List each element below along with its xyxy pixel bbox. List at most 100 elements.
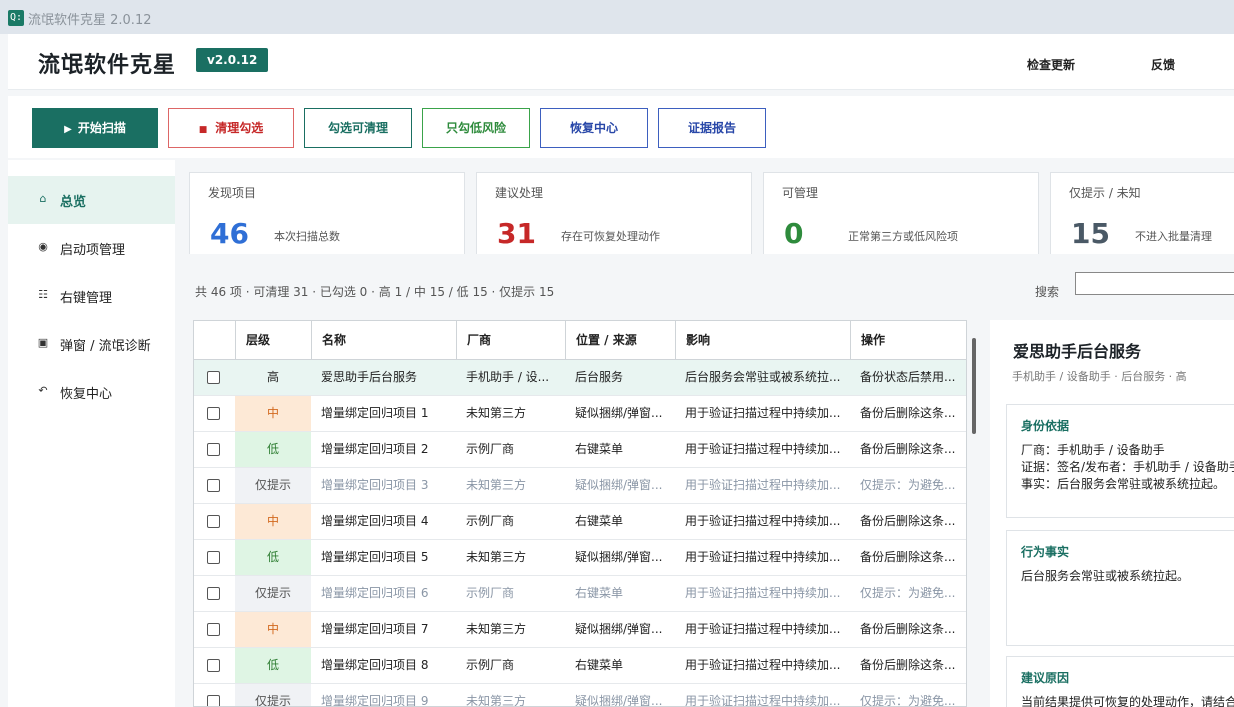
start-scan-button[interactable]: ▶ 开始扫描 [32, 108, 158, 148]
recovery-center-button[interactable]: 恢复中心 [540, 108, 648, 148]
cell-level: 中 [235, 612, 311, 647]
app-logo-icon: Q: [8, 10, 24, 26]
cell-action: 仅提示：为避免... [860, 586, 956, 600]
header-checkbox-column [194, 321, 235, 360]
cell-source: 右键菜单 [575, 442, 624, 456]
radio-dot-icon: ◉ [38, 240, 48, 253]
stat-value: 15 [1071, 217, 1110, 250]
table-row[interactable]: 仅提示 增量绑定回归项目 6 示例厂商 右键菜单 用于验证扫描过程中持续加... 仅提示：… [194, 576, 966, 612]
cell-impact: 用于验证扫描过程中持续加... [685, 586, 841, 600]
cell-action: 备份后删除这条... [860, 514, 956, 528]
cell-name: 增量绑定回归项目 9 [321, 694, 429, 707]
column-header-impact[interactable]: 影响 [675, 321, 850, 360]
stat-label: 发现项目 [208, 186, 257, 200]
cell-name: 增量绑定回归项目 1 [321, 406, 429, 420]
cell-name: 增量绑定回归项目 2 [321, 442, 429, 456]
cell-action: 仅提示：为避免... [860, 478, 956, 492]
column-header-name[interactable]: 名称 [311, 321, 456, 360]
sidebar-item-label: 总览 [60, 195, 87, 210]
identity-card-title: 身份依据 [1021, 419, 1070, 433]
row-checkbox[interactable] [207, 587, 220, 600]
cell-name: 增量绑定回归项目 7 [321, 622, 429, 636]
play-icon: ▶ [64, 124, 72, 135]
cell-name: 爱思助手后台服务 [321, 370, 418, 384]
column-header-source[interactable]: 位置 / 来源 [565, 321, 675, 360]
cell-action: 备份后删除这条... [860, 550, 956, 564]
version-badge: v2.0.12 [196, 48, 269, 72]
table-row[interactable]: 中增量绑定回归项目 7 未知第三方 疑似捆绑/弹窗... 用于验证扫描过程中持续加..… [194, 612, 966, 648]
sidebar-item-context-menu[interactable]: ☷ 右键管理 [8, 272, 175, 320]
column-header-action[interactable]: 操作 [850, 321, 966, 360]
stat-label: 仅提示 / 未知 [1069, 186, 1141, 200]
search-label: 搜索 [1035, 285, 1060, 299]
column-header-level[interactable]: 层级 [235, 321, 311, 360]
reason-card-title: 建议原因 [1021, 671, 1070, 685]
table-row[interactable]: 仅提示 增量绑定回归项目 9 未知第三方 疑似捆绑/弹窗... 用于验证扫描过程中持续加… [194, 684, 966, 707]
sidebar-item-popup-diagnosis[interactable]: ▣ 弹窗 / 流氓诊断 [8, 320, 175, 368]
app-header: 流氓软件克星 v2.0.12 检查更新 反馈 [8, 34, 1234, 90]
reason-card: 建议原因 当前结果提供可恢复的处理动作，请结合 [1006, 656, 1234, 707]
sidebar-item-overview[interactable]: ⌂ 总览 [8, 176, 175, 224]
clean-checked-button[interactable]: ■ 清理勾选 [168, 108, 294, 148]
table-scrollbar-thumb[interactable] [972, 338, 976, 434]
check-low-risk-button[interactable]: 只勾低风险 [422, 108, 530, 148]
table-row[interactable]: 高 爱思助手后台服务 手机助手 / 设... 后台服务 后台服务会常驻或被系统拉... 备… [194, 360, 966, 396]
row-checkbox[interactable] [207, 515, 220, 528]
cell-impact: 后台服务会常驻或被系统拉... [685, 370, 841, 384]
row-checkbox[interactable] [207, 407, 220, 420]
row-checkbox[interactable] [207, 659, 220, 672]
sidebar-item-recovery[interactable]: ↶ 恢复中心 [8, 368, 175, 416]
sidebar: ⌂ 总览 ◉ 启动项管理 ☷ 右键管理 ▣ 弹窗 / 流氓诊断 ↶ 恢复中心 [8, 160, 175, 707]
row-checkbox[interactable] [207, 371, 220, 384]
row-checkbox[interactable] [207, 551, 220, 564]
table-row[interactable]: 中增量绑定回归项目 1 未知第三方 疑似捆绑/弹窗... 用于验证扫描过程中持续加..… [194, 396, 966, 432]
cell-name: 增量绑定回归项目 4 [321, 514, 429, 528]
feedback-link[interactable]: 反馈 [1151, 56, 1175, 73]
cell-impact: 用于验证扫描过程中持续加... [685, 622, 841, 636]
check-update-link[interactable]: 检查更新 [1027, 56, 1075, 73]
table-row[interactable]: 仅提示 增量绑定回归项目 3 未知第三方 疑似捆绑/弹窗... 用于验证扫描过程中持续加… [194, 468, 966, 504]
cell-level: 中 [235, 504, 311, 539]
cell-source: 疑似捆绑/弹窗... [575, 694, 663, 707]
cell-name: 增量绑定回归项目 5 [321, 550, 429, 564]
detail-subtitle: 手机助手 / 设备助手 · 后台服务 · 高 [1012, 370, 1187, 383]
cell-level: 低 [235, 648, 311, 683]
cell-source: 疑似捆绑/弹窗... [575, 622, 663, 636]
cell-vendor: 未知第三方 [466, 550, 527, 564]
cell-level: 高 [266, 370, 279, 384]
start-scan-label: 开始扫描 [77, 121, 126, 135]
cell-source: 疑似捆绑/弹窗... [575, 406, 663, 420]
stat-value: 0 [784, 217, 804, 250]
row-checkbox[interactable] [207, 623, 220, 636]
stat-desc: 正常第三方或低风险项 [848, 230, 958, 243]
cell-level: 低 [235, 540, 311, 575]
row-checkbox[interactable] [207, 479, 220, 492]
cell-level: 低 [235, 432, 311, 467]
cell-name: 增量绑定回归项目 8 [321, 658, 429, 672]
check-cleanable-button[interactable]: 勾选可清理 [304, 108, 412, 148]
cell-name: 增量绑定回归项目 6 [321, 586, 429, 600]
cell-action: 备份后删除这条... [860, 442, 956, 456]
table-row[interactable]: 低增量绑定回归项目 2 示例厂商 右键菜单 用于验证扫描过程中持续加... 备份后删除这… [194, 432, 966, 468]
list-icon: ☷ [38, 288, 48, 301]
stat-desc: 本次扫描总数 [274, 230, 340, 243]
cell-source: 右键菜单 [575, 658, 624, 672]
sidebar-item-label: 启动项管理 [60, 243, 126, 258]
search-input[interactable] [1075, 272, 1234, 295]
table-header: 层级 名称 厂商 位置 / 来源 影响 操作 [194, 321, 966, 360]
cell-source: 右键菜单 [575, 586, 624, 600]
cell-level: 仅提示 [235, 684, 311, 706]
cell-impact: 用于验证扫描过程中持续加... [685, 550, 841, 564]
table-row[interactable]: 中增量绑定回归项目 4 示例厂商 右键菜单 用于验证扫描过程中持续加... 备份后删除这… [194, 504, 966, 540]
sidebar-item-startup[interactable]: ◉ 启动项管理 [8, 224, 175, 272]
row-checkbox[interactable] [207, 443, 220, 456]
stat-card-hint-unknown: 仅提示 / 未知 15 不进入批量清理 [1050, 172, 1234, 254]
detail-title: 爱思助手后台服务 [1013, 342, 1142, 361]
table-row[interactable]: 低增量绑定回归项目 5 未知第三方 疑似捆绑/弹窗... 用于验证扫描过程中持续加..… [194, 540, 966, 576]
column-header-vendor[interactable]: 厂商 [456, 321, 565, 360]
cell-vendor: 示例厂商 [466, 586, 515, 600]
action-toolbar: ▶ 开始扫描 ■ 清理勾选 勾选可清理 只勾低风险 恢复中心 证据报告 [8, 96, 1234, 158]
table-row[interactable]: 低增量绑定回归项目 8 示例厂商 右键菜单 用于验证扫描过程中持续加... 备份后删除这… [194, 648, 966, 684]
evidence-report-button[interactable]: 证据报告 [658, 108, 766, 148]
row-checkbox[interactable] [207, 695, 220, 706]
